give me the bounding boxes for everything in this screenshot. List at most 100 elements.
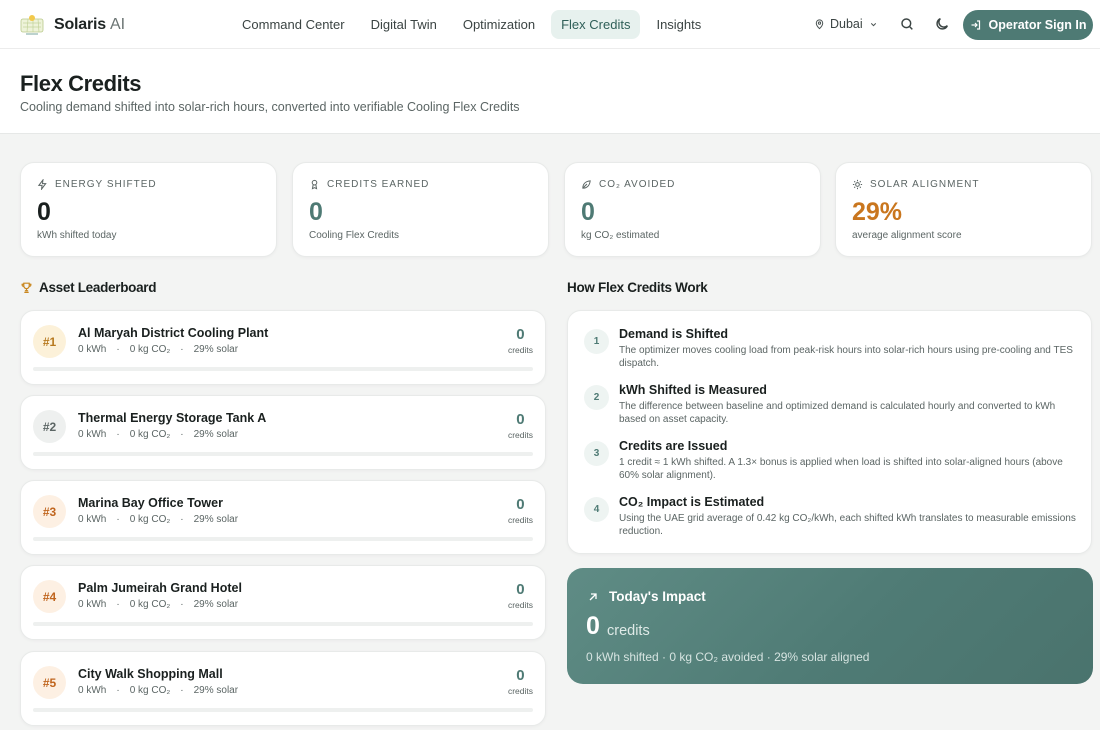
how-it-works-card: 1 Demand is Shifted The optimizer moves … bbox=[567, 310, 1092, 554]
asset-co2: 0 kg CO₂ bbox=[129, 429, 171, 440]
stat-label: CREDITS EARNED bbox=[327, 179, 430, 190]
page-subtitle: Cooling demand shifted into solar-rich h… bbox=[20, 100, 520, 114]
impact-unit: credits bbox=[607, 623, 650, 639]
stat-value: 0 bbox=[581, 198, 595, 226]
asset-meta: 0 kWh · 0 kg CO₂ · 29% solar bbox=[78, 514, 239, 525]
impact-title: Today's Impact bbox=[609, 589, 706, 604]
asset-credits-label: credits bbox=[507, 686, 533, 696]
stat-desc: average alignment score bbox=[852, 230, 962, 241]
asset-credits: 0 credits bbox=[508, 667, 533, 696]
page-header: Flex Credits Cooling demand shifted into… bbox=[0, 49, 1100, 134]
asset-kwh: 0 kWh bbox=[78, 344, 107, 355]
asset-co2: 0 kg CO₂ bbox=[129, 344, 171, 355]
nav-link-command-center[interactable]: Command Center bbox=[232, 10, 355, 39]
rank-badge: #4 bbox=[33, 580, 66, 613]
stat-desc: kg CO₂ estimated bbox=[581, 230, 660, 241]
step-title: kWh Shifted is Measured bbox=[619, 383, 767, 397]
asset-credits: 0 credits bbox=[508, 411, 533, 440]
asset-meta: 0 kWh · 0 kg CO₂ · 29% solar bbox=[78, 599, 239, 610]
asset-meta: 0 kWh · 0 kg CO₂ · 29% solar bbox=[78, 344, 239, 355]
rank-badge: #2 bbox=[33, 410, 66, 443]
step-desc: The optimizer moves cooling load from pe… bbox=[619, 345, 1073, 369]
step-title: CO₂ Impact is Estimated bbox=[619, 495, 765, 509]
todays-impact-card: Today's Impact 0 credits 0 kWh shifted ·… bbox=[567, 568, 1093, 684]
moon-icon[interactable] bbox=[934, 16, 950, 32]
chevron-down-icon bbox=[870, 22, 876, 26]
location-selector[interactable]: Dubai bbox=[814, 17, 883, 31]
asset-kwh: 0 kWh bbox=[78, 429, 107, 440]
asset-solar: 29% solar bbox=[193, 685, 239, 696]
stat-desc: Cooling Flex Credits bbox=[309, 230, 400, 241]
stat-value: 0 bbox=[37, 198, 51, 226]
asset-kwh: 0 kWh bbox=[78, 514, 107, 525]
stat-label: ENERGY SHIFTED bbox=[55, 179, 157, 190]
asset-kwh: 0 kWh bbox=[78, 685, 107, 696]
asset-solar: 29% solar bbox=[193, 514, 239, 525]
asset-progress-bar bbox=[33, 622, 533, 626]
step-number: 4 bbox=[584, 497, 609, 522]
brand-name: Solaris bbox=[54, 16, 106, 33]
brand-suffix: AI bbox=[109, 16, 126, 33]
leaderboard-row[interactable]: #1 Al Maryah District Cooling Plant 0 kW… bbox=[20, 310, 546, 385]
asset-name: Thermal Energy Storage Tank A bbox=[78, 411, 267, 425]
leaderboard-row[interactable]: #2 Thermal Energy Storage Tank A 0 kWh · … bbox=[20, 395, 546, 470]
leaderboard-row[interactable]: #5 City Walk Shopping Mall 0 kWh · 0 kg C… bbox=[20, 651, 546, 726]
top-nav: Solaris AI Command Center Digital Twin O… bbox=[0, 0, 1100, 49]
search-icon[interactable] bbox=[899, 16, 915, 32]
asset-credits-label: credits bbox=[507, 345, 533, 355]
asset-credits: 0 credits bbox=[508, 496, 533, 525]
asset-solar: 29% solar bbox=[193, 429, 239, 440]
asset-co2: 0 kg CO₂ bbox=[129, 599, 171, 610]
asset-kwh: 0 kWh bbox=[78, 599, 107, 610]
stat-card-solar-alignment: SOLAR ALIGNMENT 29% average alignment sc… bbox=[835, 162, 1092, 257]
asset-credits-label: credits bbox=[507, 430, 533, 440]
nav-link-optimization[interactable]: Optimization bbox=[453, 10, 545, 39]
logo-icon bbox=[20, 15, 44, 35]
asset-co2: 0 kg CO₂ bbox=[129, 514, 171, 525]
stat-value: 0 bbox=[309, 198, 323, 226]
asset-credits-label: credits bbox=[507, 600, 533, 610]
nav-link-insights[interactable]: Insights bbox=[646, 10, 711, 39]
brand[interactable]: Solaris AI bbox=[20, 13, 125, 37]
step-desc: The difference between baseline and opti… bbox=[619, 401, 1056, 425]
leaderboard-row[interactable]: #4 Palm Jumeirah Grand Hotel 0 kWh · 0 kg… bbox=[20, 565, 546, 640]
asset-credits: 0 credits bbox=[508, 581, 533, 610]
map-pin-icon bbox=[815, 19, 824, 30]
nav-link-digital-twin[interactable]: Digital Twin bbox=[361, 10, 447, 39]
asset-name: Marina Bay Office Tower bbox=[78, 496, 223, 510]
asset-credits-label: credits bbox=[507, 515, 533, 525]
impact-value: 0 bbox=[586, 612, 600, 640]
leaderboard-row[interactable]: #3 Marina Bay Office Tower 0 kWh · 0 kg C… bbox=[20, 480, 546, 555]
asset-name: Palm Jumeirah Grand Hotel bbox=[78, 581, 242, 595]
stat-card-co2-avoided: CO₂ AVOIDED 0 kg CO₂ estimated bbox=[564, 162, 821, 257]
stat-label: SOLAR ALIGNMENT bbox=[870, 179, 980, 190]
rank-badge: #1 bbox=[33, 325, 66, 358]
sign-in-label: Operator Sign In bbox=[988, 18, 1087, 32]
trophy-icon bbox=[21, 282, 32, 293]
how-it-works-title: How Flex Credits Work bbox=[567, 280, 708, 295]
stat-desc: kWh shifted today bbox=[37, 230, 117, 241]
asset-credits-value: 0 bbox=[516, 411, 525, 428]
step-title: Demand is Shifted bbox=[619, 327, 729, 341]
step-number: 3 bbox=[584, 441, 609, 466]
how-it-works-title-text: How Flex Credits Work bbox=[567, 280, 708, 295]
step-number: 1 bbox=[584, 329, 609, 354]
leaf-icon bbox=[582, 180, 591, 189]
bolt-icon bbox=[37, 179, 47, 190]
operator-sign-in-button[interactable]: Operator Sign In bbox=[963, 10, 1093, 40]
asset-progress-bar bbox=[33, 537, 533, 541]
asset-credits-value: 0 bbox=[516, 581, 525, 598]
asset-credits-value: 0 bbox=[516, 667, 525, 684]
asset-meta: 0 kWh · 0 kg CO₂ · 29% solar bbox=[78, 685, 239, 696]
asset-solar: 29% solar bbox=[193, 599, 239, 610]
step-desc: Using the UAE grid average of 0.42 kg CO… bbox=[619, 513, 1076, 537]
asset-credits-value: 0 bbox=[516, 326, 525, 343]
step-title: Credits are Issued bbox=[619, 439, 728, 453]
award-icon bbox=[311, 179, 318, 190]
asset-progress-bar bbox=[33, 452, 533, 456]
location-label: Dubai bbox=[830, 17, 863, 31]
page-title: Flex Credits bbox=[20, 71, 142, 96]
stat-card-energy-shifted: ENERGY SHIFTED 0 kWh shifted today bbox=[20, 162, 277, 257]
nav-link-flex-credits[interactable]: Flex Credits bbox=[551, 10, 641, 39]
sun-icon bbox=[852, 179, 863, 190]
